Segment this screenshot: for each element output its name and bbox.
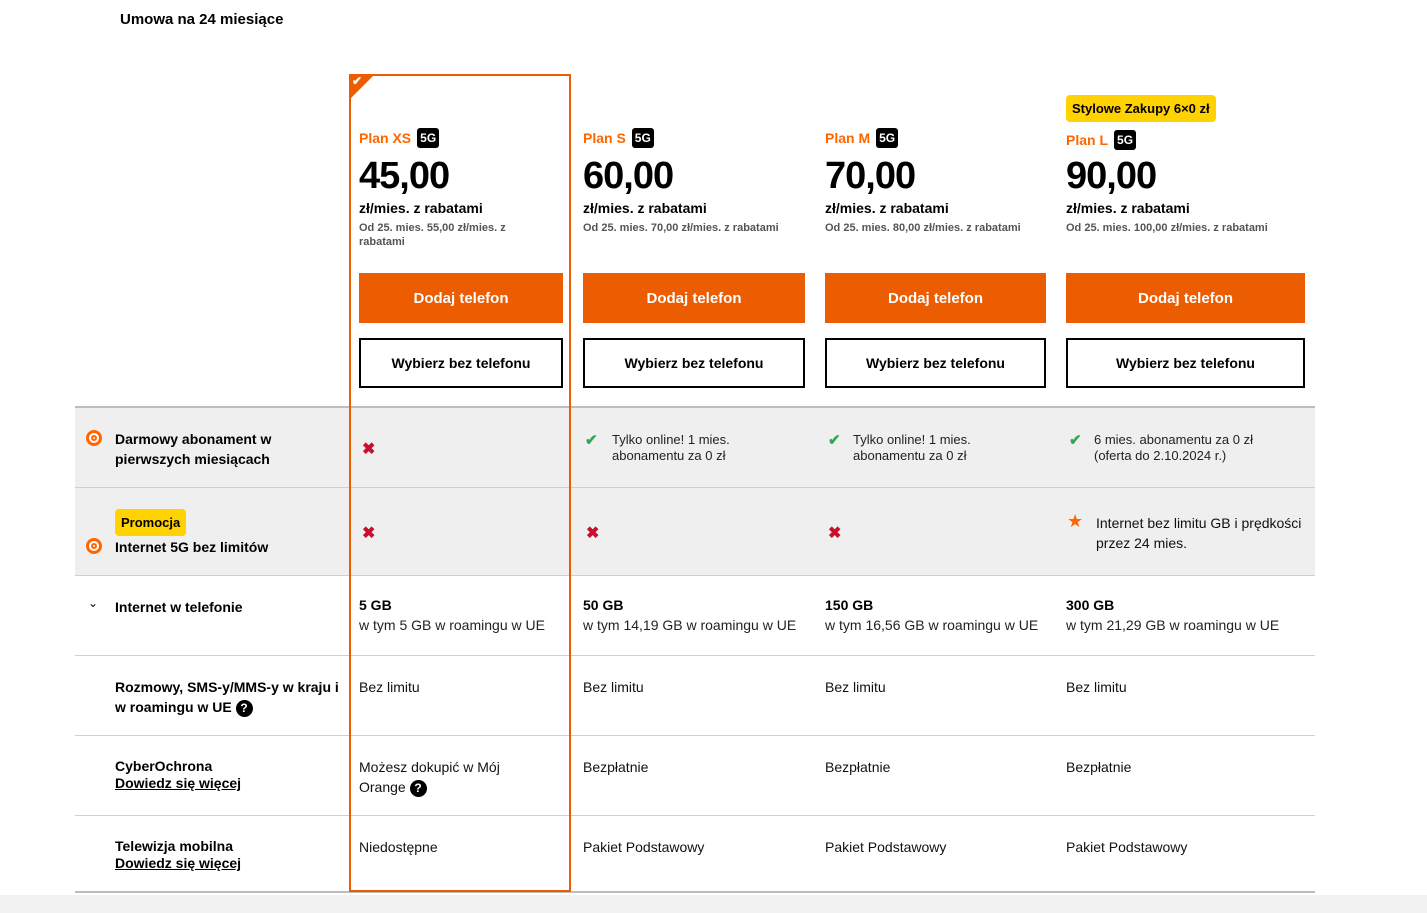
cross-icon: ✖ [586, 525, 600, 542]
cell-cyber-l: Bezpłatnie [1066, 759, 1132, 775]
plan-m-header: Plan M 5G 70,00 zł/mies. z rabatami Od 25… [825, 128, 1047, 235]
orange-promo-icon [86, 538, 102, 554]
check-icon: ✔ [828, 432, 841, 449]
badge-5g: 5G [417, 128, 440, 148]
plan-name: Plan S [583, 130, 626, 146]
cell-internet-phone-l: 300 GB w tym 21,29 GB w roamingu w UE [1066, 597, 1279, 635]
data-amount: 300 GB [1066, 597, 1115, 613]
plan-xs-header: Plan XS 5G 45,00 zł/mies. z rabatami Od 2… [359, 128, 559, 249]
check-icon: ✔ [585, 432, 598, 449]
row-divider [75, 655, 1315, 656]
row-divider [75, 735, 1315, 736]
plan-price: 70,00 [825, 155, 916, 197]
roaming-note: w tym 14,19 GB w roamingu w UE [583, 617, 797, 633]
cell-internet-5g-l: Internet bez limitu GB i prędkości przez… [1096, 515, 1302, 551]
cell-cyber-xs: Możesz dokupić w Mój Orange ? [359, 757, 549, 797]
cell-tv-s: Pakiet Podstawowy [583, 839, 705, 855]
cyber-xs-text: Możesz dokupić w Mój Orange [359, 759, 500, 795]
feature-label-internet-5g: Internet 5G bez limitów [115, 539, 269, 555]
row-divider [75, 487, 1315, 488]
selected-check-icon: ✔ [352, 74, 363, 88]
choose-without-phone-button-xs[interactable]: Wybierz bez telefonu [359, 338, 563, 388]
plan-l-header: Plan L 5G 90,00 zł/mies. z rabatami Od 25… [1066, 130, 1306, 235]
price-note: Od 25. mies. 80,00 zł/mies. z rabatami [825, 222, 1021, 234]
price-note: Od 25. mies. 70,00 zł/mies. z rabatami [583, 222, 779, 234]
price-unit: zł/mies. z rabatami [359, 200, 483, 216]
feature-label-cyber: CyberOchrona Dowiedz się więcej [115, 757, 241, 791]
plan-name: Plan M [825, 130, 871, 146]
add-phone-button-xs[interactable]: Dodaj telefon [359, 273, 563, 323]
cell-calls-xs: Bez limitu [359, 679, 420, 695]
add-phone-button-l[interactable]: Dodaj telefon [1066, 273, 1305, 323]
price-unit: zł/mies. z rabatami [825, 200, 949, 216]
cell-free-sub-s: Tylko online! 1 mies. abonamentu za 0 zł [612, 432, 730, 463]
feature-label-internet-phone[interactable]: Internet w telefonie [115, 597, 243, 617]
page-title: Umowa na 24 miesiące [120, 11, 284, 28]
data-amount: 5 GB [359, 597, 392, 613]
row-divider [75, 815, 1315, 816]
calls-label-text: Rozmowy, SMS-y/MMS-y w kraju i w roaming… [115, 679, 339, 715]
promo-badge: Promocja [115, 509, 187, 536]
feature-label-free-sub: Darmowy abonament w pierwszych miesiącac… [115, 431, 272, 467]
check-icon: ✔ [1069, 432, 1082, 449]
plan-price: 45,00 [359, 155, 450, 197]
help-icon[interactable]: ? [409, 779, 427, 797]
data-amount: 150 GB [825, 597, 874, 613]
cell-internet-phone-m: 150 GB w tym 16,56 GB w roamingu w UE [825, 597, 1038, 635]
cell-free-sub-l: 6 mies. abonamentu za 0 zł (oferta do 2.… [1094, 432, 1253, 463]
price-unit: zł/mies. z rabatami [1066, 200, 1190, 216]
cell-calls-l: Bez limitu [1066, 679, 1127, 695]
cell-tv-xs: Niedostępne [359, 839, 438, 855]
choose-without-phone-button-m[interactable]: Wybierz bez telefonu [825, 338, 1046, 388]
tv-label: Telewizja mobilna [115, 838, 233, 854]
data-amount: 50 GB [583, 597, 624, 613]
learn-more-link[interactable]: Dowiedz się więcej [115, 855, 241, 871]
cross-icon: ✖ [362, 525, 376, 542]
choose-without-phone-button-l[interactable]: Wybierz bez telefonu [1066, 338, 1305, 388]
plan-l-promo-badge: Stylowe Zakupy 6×0 zł [1066, 95, 1216, 122]
plan-price: 90,00 [1066, 155, 1157, 197]
badge-5g: 5G [1114, 130, 1137, 150]
cross-icon: ✖ [828, 525, 842, 542]
cell-cyber-s: Bezpłatnie [583, 759, 649, 775]
help-icon[interactable]: ? [235, 699, 253, 717]
cell-cyber-m: Bezpłatnie [825, 759, 891, 775]
bottom-strip [0, 895, 1427, 913]
roaming-note: w tym 16,56 GB w roamingu w UE [825, 617, 1039, 633]
cell-internet-phone-xs: 5 GB w tym 5 GB w roamingu w UE [359, 597, 545, 635]
plan-name: Plan L [1066, 132, 1109, 148]
choose-without-phone-button-s[interactable]: Wybierz bez telefonu [583, 338, 805, 388]
table-bottom-border [75, 891, 1315, 893]
price-note: Od 25. mies. 100,00 zł/mies. z rabatami [1066, 222, 1268, 234]
cell-free-sub-m: Tylko online! 1 mies. abonamentu za 0 zł [853, 432, 971, 463]
cell-tv-m: Pakiet Podstawowy [825, 839, 947, 855]
badge-5g: 5G [631, 128, 654, 148]
chevron-down-icon[interactable]: ⌄ [88, 596, 98, 610]
plan-name: Plan XS [359, 130, 412, 146]
feature-label-calls: Rozmowy, SMS-y/MMS-y w kraju i w roaming… [115, 677, 343, 717]
cell-internet-phone-s: 50 GB w tym 14,19 GB w roamingu w UE [583, 597, 796, 635]
cyber-label: CyberOchrona [115, 758, 213, 774]
add-phone-button-m[interactable]: Dodaj telefon [825, 273, 1046, 323]
cross-icon: ✖ [362, 441, 376, 458]
add-phone-button-s[interactable]: Dodaj telefon [583, 273, 805, 323]
cell-calls-m: Bez limitu [825, 679, 886, 695]
price-note: Od 25. mies. 55,00 zł/mies. z rabatami [359, 222, 506, 248]
plan-price: 60,00 [583, 155, 674, 197]
orange-promo-icon [86, 430, 102, 446]
feature-label-tv: Telewizja mobilna Dowiedz się więcej [115, 837, 241, 871]
price-unit: zł/mies. z rabatami [583, 200, 707, 216]
plan-s-header: Plan S 5G 60,00 zł/mies. z rabatami Od 25… [583, 128, 805, 235]
roaming-note: w tym 21,29 GB w roamingu w UE [1066, 617, 1280, 633]
star-icon: ★ [1067, 511, 1084, 531]
cell-calls-s: Bez limitu [583, 679, 644, 695]
cell-tv-l: Pakiet Podstawowy [1066, 839, 1188, 855]
roaming-note: w tym 5 GB w roamingu w UE [359, 617, 545, 633]
badge-5g: 5G [876, 128, 899, 148]
learn-more-link[interactable]: Dowiedz się więcej [115, 775, 241, 791]
table-top-border [75, 406, 1315, 408]
row-divider [75, 575, 1315, 576]
